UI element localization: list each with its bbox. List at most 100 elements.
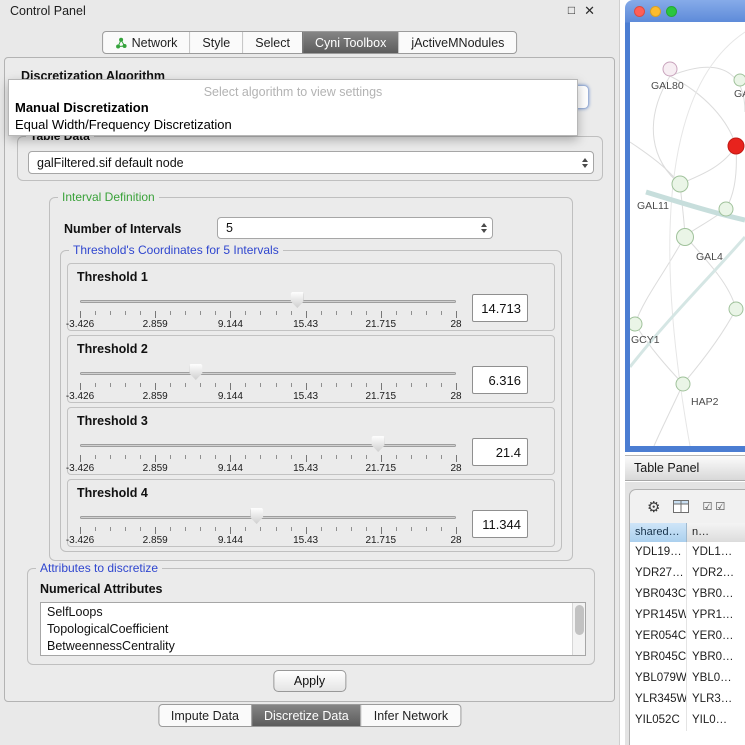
network-node[interactable] <box>677 229 694 246</box>
table-row[interactable]: YDL19…YDL1… <box>630 542 745 563</box>
tab-style[interactable]: Style <box>189 32 242 53</box>
tick-mark <box>396 311 397 315</box>
tick-mark <box>200 455 201 459</box>
tick-mark <box>366 455 367 459</box>
number-of-intervals-combobox[interactable]: 5 <box>217 217 493 239</box>
network-canvas[interactable]: GAL80 GA GAL11 GAL4 GCY1 HAP2 <box>630 22 745 446</box>
tick-mark <box>230 455 231 462</box>
slider-thumb-icon[interactable] <box>189 364 202 380</box>
float-window-button[interactable]: □ <box>568 3 575 19</box>
tick-mark <box>260 455 261 459</box>
tick-mark <box>306 455 307 462</box>
threshold-slider[interactable]: -3.4262.8599.14415.4321.71528 <box>78 504 458 544</box>
tick-mark <box>200 527 201 531</box>
network-node[interactable] <box>729 302 743 316</box>
threshold-value-input[interactable] <box>472 366 528 394</box>
tick-mark <box>170 527 171 531</box>
threshold-value-input[interactable] <box>472 510 528 538</box>
columns-icon[interactable] <box>673 500 689 513</box>
network-node[interactable] <box>676 377 690 391</box>
slider-groove[interactable] <box>80 300 456 303</box>
tick-mark <box>321 383 322 387</box>
list-item-selfloops[interactable]: SelfLoops <box>41 604 572 621</box>
tab-cyni-toolbox[interactable]: Cyni Toolbox <box>302 32 398 53</box>
slider-ticks <box>80 455 456 462</box>
table-row[interactable]: YBR043CYBR0… <box>630 584 745 605</box>
network-node[interactable] <box>663 62 677 76</box>
algorithm-option-equal-width-frequency-discretization[interactable]: Equal Width/Frequency Discretization <box>9 116 577 133</box>
slider-thumb-icon[interactable] <box>372 436 385 452</box>
network-node[interactable] <box>719 202 733 216</box>
tab-impute-data[interactable]: Impute Data <box>159 705 251 726</box>
combo-stepper-icon[interactable] <box>476 218 492 238</box>
algorithm-option-manual-discretization[interactable]: Manual Discretization <box>9 99 577 116</box>
zoom-traffic-light-icon[interactable] <box>666 6 677 17</box>
slider-groove[interactable] <box>80 444 456 447</box>
tick-mark <box>396 455 397 459</box>
network-node[interactable] <box>630 317 642 331</box>
tick-mark <box>260 311 261 315</box>
table-data-group: Table Data galFiltered.sif default node <box>17 136 603 181</box>
network-node[interactable] <box>672 176 688 192</box>
checkbox-icon[interactable]: ☑ <box>702 500 712 513</box>
tab-select[interactable]: Select <box>242 32 302 53</box>
list-scrollbar[interactable] <box>572 603 585 655</box>
cell-name: YBL0… <box>687 668 745 689</box>
network-node-selected[interactable] <box>728 138 744 154</box>
tick-mark <box>245 527 246 531</box>
numerical-attributes-listbox[interactable]: SelfLoopsTopologicalCoefficientBetweenne… <box>40 602 586 656</box>
scale-label: 21.715 <box>366 535 397 546</box>
close-traffic-light-icon[interactable] <box>634 6 645 17</box>
threshold-value-input[interactable] <box>472 438 528 466</box>
tab-network[interactable]: Network <box>103 32 190 53</box>
combo-stepper-icon[interactable] <box>577 152 593 173</box>
threshold-slider[interactable]: -3.4262.8599.14415.4321.71528 <box>78 432 458 472</box>
table-row[interactable]: YBL079WYBL0… <box>630 668 745 689</box>
scale-label: 21.715 <box>366 319 397 330</box>
table-row[interactable]: YDR27…YDR2… <box>630 563 745 584</box>
tab-jactivemnodules[interactable]: jActiveMNodules <box>398 32 516 53</box>
table-panel-title: Table Panel <box>634 461 699 475</box>
minimize-traffic-light-icon[interactable] <box>650 6 661 17</box>
network-node[interactable] <box>734 74 745 86</box>
algorithm-popup-header: Select algorithm to view settings <box>9 80 577 99</box>
threshold-value-input[interactable] <box>472 294 528 322</box>
table-row[interactable]: YIL052CYIL0… <box>630 710 745 731</box>
scrollbar-thumb[interactable] <box>575 605 584 635</box>
column-header-shared-name[interactable]: shared… <box>630 523 687 542</box>
table-data-combobox[interactable]: galFiltered.sif default node <box>28 151 594 174</box>
close-window-button[interactable]: ✕ <box>584 3 595 19</box>
slider-groove[interactable] <box>80 516 456 519</box>
tick-mark <box>411 455 412 459</box>
threshold-slider[interactable]: -3.4262.8599.14415.4321.71528 <box>78 360 458 400</box>
tick-mark <box>276 383 277 387</box>
column-header-name[interactable]: n… <box>687 523 745 542</box>
table-row[interactable]: YPR145WYPR1… <box>630 605 745 626</box>
tick-mark <box>245 383 246 387</box>
top-tab-bar: NetworkStyleSelectCyni ToolboxjActiveMNo… <box>102 31 518 54</box>
scale-label: 2.859 <box>143 391 168 402</box>
tab-discretize-data[interactable]: Discretize Data <box>251 705 361 726</box>
table-header-row: shared… n… <box>630 523 745 542</box>
window-buttons: □ ✕ <box>568 3 595 19</box>
cell-shared-name: YBR045C <box>630 647 687 668</box>
threshold-slider[interactable]: -3.4262.8599.14415.4321.71528 <box>78 288 458 328</box>
control-panel-titlebar: Control Panel □ ✕ <box>0 0 619 22</box>
slider-groove[interactable] <box>80 372 456 375</box>
checkbox-icon[interactable]: ☑ <box>715 500 725 513</box>
network-icon <box>115 37 127 49</box>
table-row[interactable]: YER054CYER0… <box>630 626 745 647</box>
table-row[interactable]: YBR045CYBR0… <box>630 647 745 668</box>
tick-mark <box>230 527 231 534</box>
tick-mark <box>291 527 292 531</box>
gear-icon[interactable]: ⚙ <box>647 498 660 516</box>
tab-infer-network[interactable]: Infer Network <box>361 705 460 726</box>
slider-thumb-icon[interactable] <box>250 508 263 524</box>
scale-label: 28 <box>450 391 461 402</box>
apply-button[interactable]: Apply <box>273 670 346 692</box>
list-item-topologicalcoefficient[interactable]: TopologicalCoefficient <box>41 621 572 638</box>
slider-thumb-icon[interactable] <box>291 292 304 308</box>
list-item-betweennesscentrality[interactable]: BetweennessCentrality <box>41 638 572 655</box>
tab-label: Impute Data <box>171 709 239 723</box>
table-row[interactable]: YLR345WYLR3… <box>630 689 745 710</box>
